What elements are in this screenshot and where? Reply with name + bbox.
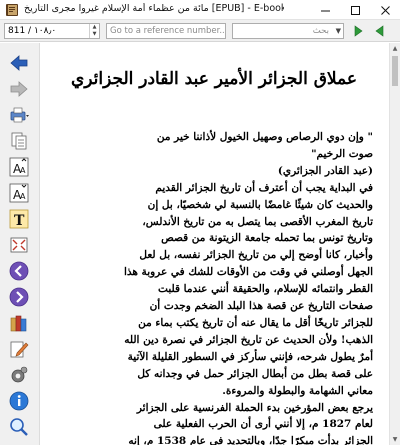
copy-icon	[11, 132, 27, 150]
previous-page-button[interactable]	[6, 259, 32, 283]
close-icon	[380, 5, 390, 15]
text-style-icon: T	[9, 209, 29, 229]
scroll-thumb[interactable]	[392, 56, 398, 86]
svg-text:A: A	[20, 166, 26, 175]
text-line: القطر وانتمائه للإسلام، والحقيقة أنني عن…	[158, 283, 373, 296]
back-icon	[10, 55, 28, 71]
font-smaller-icon: AA	[9, 183, 29, 203]
font-smaller-button[interactable]: AA	[6, 181, 32, 205]
text-line: لعام 1827 م، إلا أنني أرى أن الحرب الفعل…	[153, 418, 373, 431]
next-page-icon	[9, 287, 29, 307]
lookup-button[interactable]	[6, 415, 32, 439]
scroll-down-icon[interactable]: ▼	[390, 434, 400, 445]
text-line: صفحات التاريخ عن قصة هذا البلد الضخم وجد…	[149, 300, 373, 313]
edit-button[interactable]	[6, 337, 32, 361]
text-line: " وإن دوي الرصاص وصهيل الخيول لأذاننا خي…	[156, 131, 373, 143]
text-line: وأخبار، كانا أوضح إلي من تاريخ الجزائر ن…	[139, 249, 373, 262]
print-button[interactable]	[6, 103, 32, 127]
vertical-scrollbar[interactable]: ▲ ▼	[389, 43, 400, 445]
text-style-button[interactable]: T	[6, 207, 32, 231]
svg-text:A: A	[20, 192, 26, 201]
text-line: الذهب! ولأن الحديث عن تاريخ الجزائر في ن…	[124, 333, 373, 346]
text-line: تاريخ المغرب الأقصى بما يتصل به من تاريخ…	[142, 215, 373, 228]
copy-button[interactable]	[6, 129, 32, 153]
edit-icon	[10, 341, 29, 358]
text-line: للجزائر تاريخًا أقل ما يقال عنه أن تاريخ…	[138, 316, 373, 329]
title-bar: مائة من عظماء أمة الإسلام غيروا مجرى الت…	[0, 0, 400, 20]
text-line: على قصة بطل من أبطال الجزائر حمل في وجدا…	[137, 367, 373, 380]
text-line: الجهل أوصلني في وقت من الأوقات للشك في ع…	[123, 266, 373, 279]
reference-input[interactable]: Go to a reference number...	[106, 23, 226, 39]
search-placeholder: بحث	[312, 26, 329, 36]
chapter-body: " وإن دوي الرصاص وصهيل الخيول لأذاننا خي…	[59, 129, 373, 445]
minimize-icon	[320, 10, 330, 11]
search-previous-icon[interactable]	[372, 23, 388, 39]
text-line: في البداية يجب أن أعترف أن تاريخ الجزائر…	[155, 181, 373, 194]
info-icon	[9, 391, 29, 411]
spin-up-icon[interactable]: ▲	[90, 24, 99, 31]
close-button[interactable]	[370, 0, 400, 20]
bookmark-icon	[10, 315, 27, 332]
previous-page-icon	[9, 261, 29, 281]
font-larger-button[interactable]: AA	[6, 155, 32, 179]
toolbar: 811 / ١٠٨٫٠ ▲ ▼ Go to a reference number…	[0, 20, 400, 42]
fullscreen-icon	[10, 237, 28, 253]
print-icon	[10, 107, 29, 123]
font-larger-icon: AA	[9, 157, 29, 177]
forward-icon	[10, 81, 28, 97]
maximize-button[interactable]	[340, 0, 370, 20]
lookup-icon	[10, 418, 28, 436]
text-line: صوت الرخيم"	[311, 147, 373, 160]
settings-icon	[11, 366, 28, 383]
bookmark-button[interactable]	[6, 311, 32, 335]
text-line: الجزائر بدأت مبكرًا جدًا، وبالتحديد في ع…	[128, 435, 373, 445]
text-line: والحديث كان شيئًا غامضًا بالنسبة لي شخصي…	[147, 198, 373, 211]
text-line: يرجع بعض المؤرخين بدء الحملة الفرنسية عل…	[136, 401, 373, 414]
settings-button[interactable]	[6, 363, 32, 387]
back-button[interactable]	[6, 51, 32, 75]
spin-down-icon[interactable]: ▼	[90, 31, 99, 38]
page-spinner[interactable]: ▲ ▼	[89, 24, 99, 38]
svg-text:T: T	[14, 213, 25, 229]
page-position-value: 811 / ١٠٨٫٠	[8, 26, 57, 36]
app-icon	[6, 4, 18, 16]
page-position-field[interactable]: 811 / ١٠٨٫٠ ▲ ▼	[4, 23, 100, 39]
text-line: معاني الشهامة والبطولة والمروءة.	[222, 384, 373, 397]
fullscreen-button[interactable]	[6, 233, 32, 257]
window-title: مائة من عظماء أمة الإسلام غيروا مجرى الت…	[24, 3, 284, 14]
info-button[interactable]	[6, 389, 32, 413]
next-page-button[interactable]	[6, 285, 32, 309]
search-input[interactable]: بحث ▼	[232, 23, 344, 39]
text-line: وتاريخ تونس بما تحمله جامعة الزيتونة من …	[161, 232, 373, 245]
forward-button[interactable]	[6, 77, 32, 101]
text-line: (عبد القادر الجزائري)	[277, 164, 373, 177]
scroll-up-icon[interactable]: ▲	[390, 43, 400, 54]
tool-sidebar: AA AA T	[0, 43, 40, 445]
text-line: أمرٌ يطول شرحه، فإنني سأركز في السطور ال…	[127, 350, 373, 363]
minimize-button[interactable]	[310, 0, 340, 20]
maximize-icon	[350, 5, 360, 15]
book-page[interactable]: عملاق الجزائر الأمير عبد القادر الجزائري…	[41, 43, 389, 445]
search-dropdown-icon[interactable]: ▼	[336, 24, 341, 38]
search-next-icon[interactable]	[350, 23, 366, 39]
chapter-heading: عملاق الجزائر الأمير عبد القادر الجزائري	[70, 69, 358, 89]
